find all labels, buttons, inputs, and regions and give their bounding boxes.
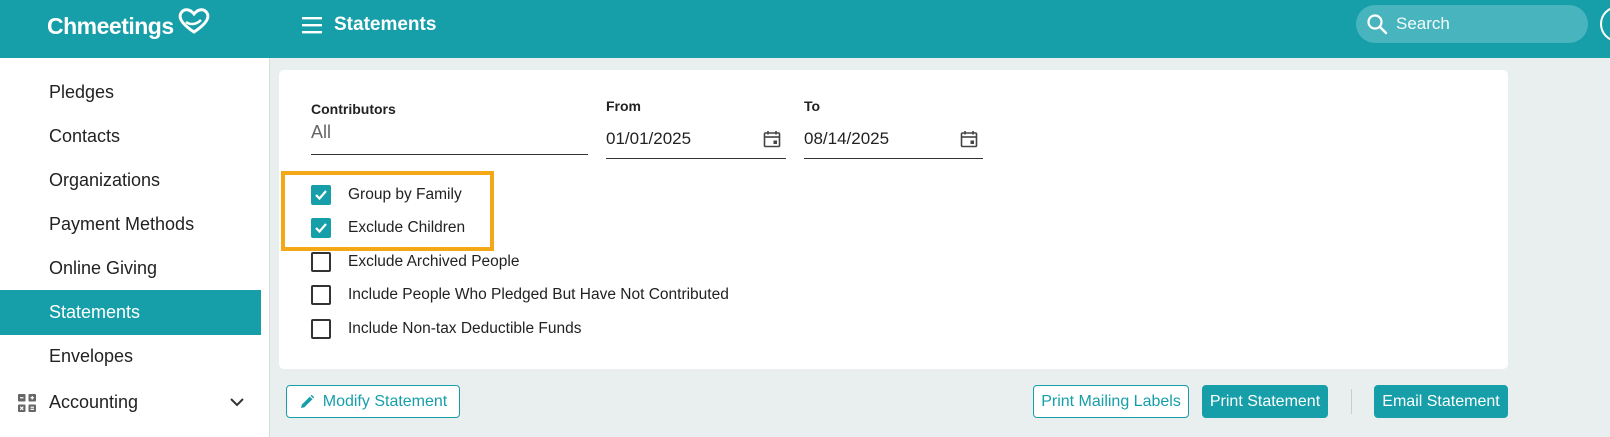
email-statement-button[interactable]: Email Statement [1374,385,1508,418]
from-label: From [606,98,641,114]
pencil-icon [300,394,314,408]
modify-statement-button[interactable]: Modify Statement [286,385,460,418]
option-label: Include People Who Pledged But Have Not … [348,286,729,303]
button-label: Modify Statement [322,392,448,410]
option-exclude-archived[interactable]: Exclude Archived People [311,251,519,273]
from-underline [606,158,786,159]
contributors-field[interactable]: All [311,122,331,143]
to-date-field[interactable]: 08/14/2025 [804,129,889,149]
logo-heart-icon [178,8,210,34]
accounting-icon [18,394,36,412]
exclude-archived-checkbox[interactable] [311,252,331,272]
sidebar: Pledges Contacts Organizations Payment M… [0,58,270,437]
option-include-pledged[interactable]: Include People Who Pledged But Have Not … [311,284,729,306]
sidebar-item-contacts[interactable]: Contacts [0,114,261,159]
sidebar-item-organizations[interactable]: Organizations [0,158,261,203]
sidebar-item-payment-methods[interactable]: Payment Methods [0,202,261,247]
include-non-tax-checkbox[interactable] [311,319,331,339]
calendar-icon[interactable] [960,130,978,148]
print-mailing-labels-button[interactable]: Print Mailing Labels [1033,385,1189,418]
to-underline [804,158,983,159]
include-pledged-checkbox[interactable] [311,285,331,305]
contributors-underline [311,154,588,155]
button-divider [1351,389,1352,414]
print-statement-button[interactable]: Print Statement [1202,385,1328,418]
chevron-down-icon[interactable] [229,396,245,408]
option-label: Exclude Archived People [348,253,520,270]
logo[interactable]: Chmeetings [47,8,212,44]
option-include-non-tax[interactable]: Include Non-tax Deductible Funds [311,318,582,340]
option-label: Include Non-tax Deductible Funds [348,320,582,337]
highlight-box [281,171,494,251]
from-date-field[interactable]: 01/01/2025 [606,129,691,149]
sidebar-item-accounting[interactable]: Accounting [0,380,261,425]
to-label: To [804,98,821,114]
sidebar-item-envelopes[interactable]: Envelopes [0,334,261,379]
top-bar: Chmeetings Statements [0,0,1610,58]
avatar[interactable] [1600,6,1610,42]
sidebar-item-online-giving[interactable]: Online Giving [0,246,261,291]
page-title: Statements [334,14,437,35]
calendar-icon[interactable] [763,130,781,148]
contributors-label: Contributors [311,101,396,117]
sidebar-item-pledges[interactable]: Pledges [0,70,261,115]
menu-icon[interactable] [301,14,323,36]
sidebar-item-label: Accounting [49,392,139,412]
sidebar-item-statements[interactable]: Statements [0,290,261,335]
search-icon [1367,14,1388,35]
search-box[interactable] [1356,5,1588,43]
logo-text: Chmeetings [47,12,174,39]
search-input[interactable] [1396,14,1566,34]
